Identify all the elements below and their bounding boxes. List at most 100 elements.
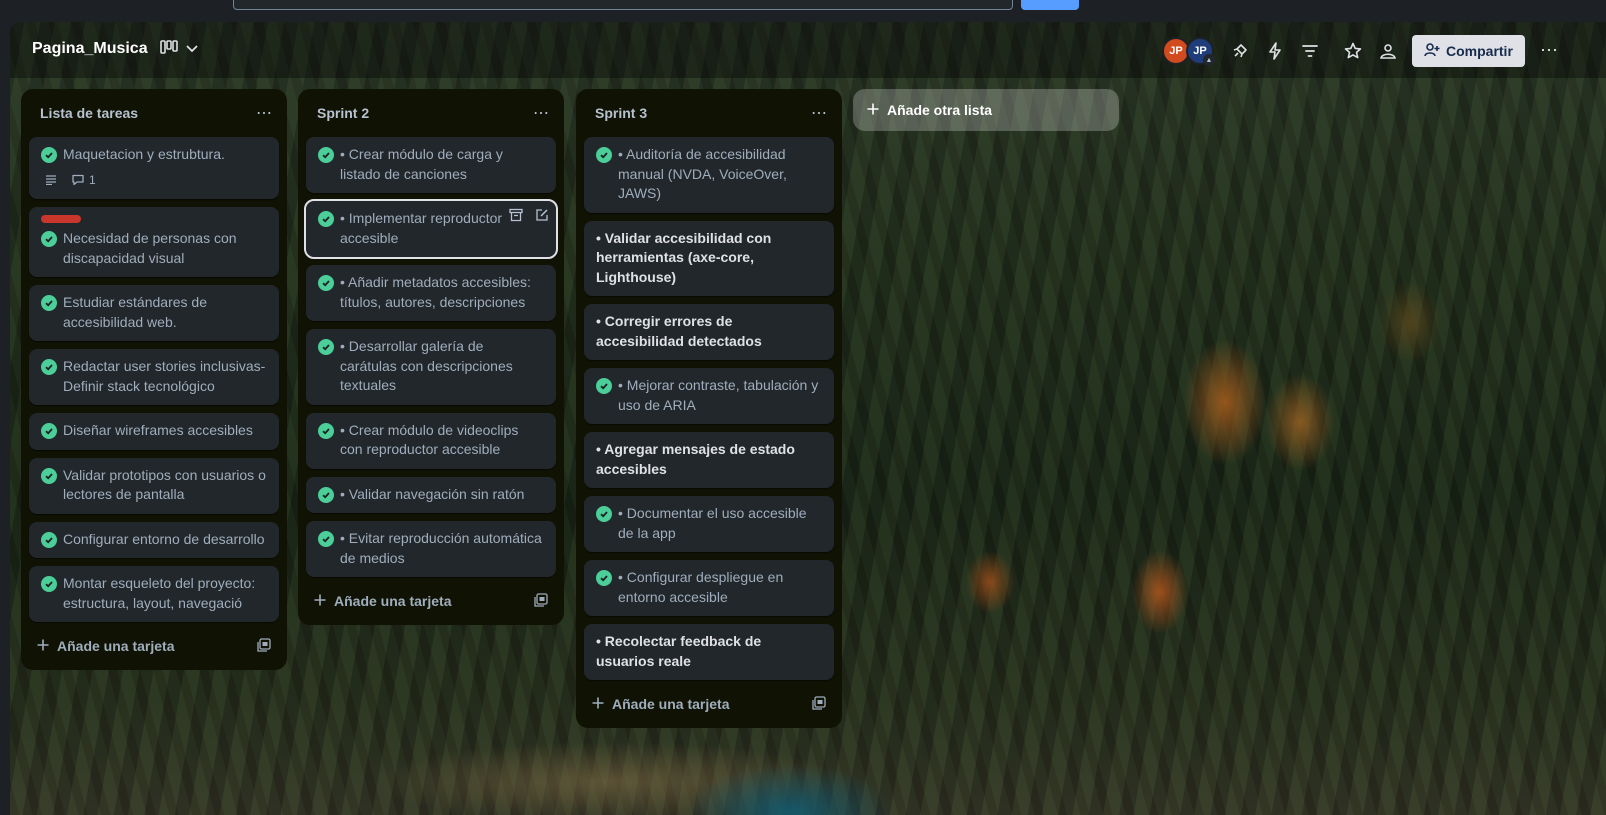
template-icon[interactable] [534,592,548,610]
power-ups-icon[interactable] [1229,40,1251,62]
list-item[interactable]: Necesidad de personas con discapacidad v… [29,207,279,277]
board-members[interactable]: JP JP ▲ [1162,37,1215,66]
card-title: Necesidad de personas con discapacidad v… [63,230,237,266]
list-item[interactable]: • Crear módulo de videoclips con reprodu… [306,412,556,469]
list-menu-icon[interactable]: ⋯ [256,103,273,123]
list-title[interactable]: Sprint 2 [317,105,369,121]
list-item[interactable]: • Mejorar contraste, tabulación y uso de… [584,368,834,424]
check-circle-icon[interactable] [318,211,334,227]
list-item[interactable]: • Validar navegación sin ratón [306,476,556,513]
check-circle-icon[interactable] [318,486,334,503]
list-item[interactable]: • Implementar reproductor audio accesibl… [304,199,558,259]
card-title: • Añadir metadatos accesibles: títulos, … [340,274,531,310]
list-column[interactable]: Sprint 2 ⋯ • Crear módulo de carga y lis… [298,89,564,625]
automation-icon[interactable] [1264,40,1286,62]
search-input[interactable] [233,0,1013,10]
list-item[interactable]: Configurar entorno de desarrollo [29,521,279,558]
board-menu-icon[interactable]: ⋯ [1540,40,1559,61]
create-button[interactable] [1021,0,1079,10]
card-title: • Validar navegación sin ratón [340,485,525,502]
filter-icon[interactable] [1299,40,1321,62]
list-item[interactable]: • Corregir errores de accesibilidad dete… [584,304,834,360]
check-circle-icon[interactable] [596,570,612,586]
avatar[interactable]: JP ▲ [1186,37,1215,66]
check-circle-icon[interactable] [41,423,57,439]
add-card-label: Añade una tarjeta [334,593,452,609]
card-title: Montar esqueleto del proyecto: estructur… [63,575,256,611]
list-item[interactable]: • Configurar despliegue en entorno acces… [584,560,834,616]
card-quick-actions [504,207,550,223]
list-item[interactable]: • Auditoría de accesibilidad manual (NVD… [584,137,834,213]
add-card-button[interactable]: Añade una tarjeta [306,585,556,617]
list-menu-icon[interactable]: ⋯ [533,103,550,123]
list-item[interactable]: • Añadir metadatos accesibles: títulos, … [306,265,556,321]
check-circle-icon[interactable] [41,467,57,484]
check-circle-icon[interactable] [596,506,612,522]
check-circle-icon[interactable] [41,531,57,548]
card-title: Diseñar wireframes accesibles [63,422,253,438]
check-circle-icon[interactable] [596,378,612,394]
check-circle-icon[interactable] [318,275,334,291]
card-title: • Desarrollar galería de carátulas con d… [340,338,513,393]
check-circle-icon[interactable] [41,231,57,247]
board-view-switcher[interactable] [160,40,198,57]
list-item[interactable]: • Documentar el uso accesible de la app [584,496,834,552]
list-item[interactable]: • Crear módulo de carga y listado de can… [306,137,556,193]
chevron-down-icon[interactable] [186,41,198,56]
comments-badge: 1 [71,171,96,191]
card-title: Redactar user stories inclusivas- Defini… [63,358,266,394]
check-circle-icon[interactable] [318,147,334,163]
list-item[interactable]: • Recolectar feedback de usuarios reale [584,624,834,680]
list-column[interactable]: Sprint 3 ⋯ • Auditoría de accesibilidad … [576,89,842,728]
card-title: Configurar entorno de desarrollo [63,530,265,547]
add-card-button[interactable]: Añade una tarjeta [29,630,279,662]
card-title: • Corregir errores de accesibilidad dete… [596,313,762,349]
check-circle-icon[interactable] [41,147,57,163]
share-button[interactable]: Compartir [1412,35,1525,67]
check-circle-icon[interactable] [41,359,57,375]
board-title[interactable]: Pagina_Musica [32,40,148,58]
archive-icon[interactable] [508,207,524,223]
card-title: • Configurar despliegue en entorno acces… [618,569,784,605]
check-circle-icon[interactable] [41,295,57,311]
card-label[interactable] [41,215,81,223]
check-circle-icon[interactable] [596,147,612,163]
list-item[interactable]: • Evitar reproducción automática de medi… [306,521,556,577]
card-title: • Mejorar contraste, tabulación y uso de… [618,377,819,413]
check-circle-icon[interactable] [318,531,334,547]
list-item[interactable]: Maquetacion y estrubtura. 1 [29,137,279,199]
add-card-label: Añade una tarjeta [57,638,175,654]
list-item[interactable]: Estudiar estándares de accesibilidad web… [29,285,279,341]
template-icon[interactable] [257,637,271,655]
add-list-label: Añade otra lista [887,102,993,118]
list-item[interactable]: Redactar user stories inclusivas- Defini… [29,349,279,405]
list-item[interactable]: Diseñar wireframes accesibles [29,413,279,450]
check-circle-icon[interactable] [318,422,334,439]
board-view-icon [160,40,178,57]
list-item[interactable]: • Agregar mensajes de estado accesibles [584,432,834,488]
add-member-icon [1424,42,1440,60]
list-title[interactable]: Lista de tareas [40,105,138,121]
list-item[interactable]: • Validar accesibilidad con herramientas… [584,220,834,296]
edit-icon[interactable] [534,207,550,223]
visibility-icon[interactable] [1377,40,1399,62]
check-circle-icon[interactable] [41,576,57,592]
card-title: • Agregar mensajes de estado accesibles [596,441,795,477]
add-list-button[interactable]: Añade otra lista [853,89,1119,131]
list-column[interactable]: Lista de tareas ⋯ Maquetacion y estrubtu… [21,89,287,670]
list-item[interactable]: Validar prototipos con usuarios o lector… [29,457,279,514]
list-header: Sprint 2 ⋯ [306,89,556,137]
add-card-button[interactable]: Añade una tarjeta [584,688,834,720]
plus-icon [592,696,604,712]
plus-icon [867,102,879,118]
template-icon[interactable] [812,695,826,713]
star-icon[interactable] [1342,40,1364,62]
list-menu-icon[interactable]: ⋯ [811,103,828,123]
check-circle-icon[interactable] [318,339,334,355]
list-title[interactable]: Sprint 3 [595,105,647,121]
plus-icon [37,638,49,654]
admin-badge-icon: ▲ [1203,54,1215,66]
list-item[interactable]: • Desarrollar galería de carátulas con d… [306,329,556,405]
list-header: Lista de tareas ⋯ [29,89,279,137]
list-item[interactable]: Montar esqueleto del proyecto: estructur… [29,566,279,622]
